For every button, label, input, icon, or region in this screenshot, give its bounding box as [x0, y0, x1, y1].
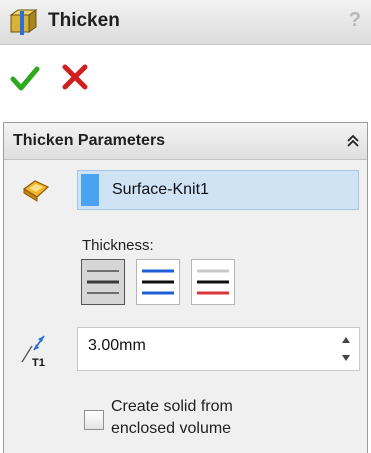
thickness-depth-icon: T1 — [21, 335, 45, 368]
depth-icon-label: T1 — [32, 357, 45, 368]
create-solid-label-line2: enclosed volume — [111, 420, 232, 437]
thickness-input[interactable] — [88, 337, 318, 355]
face-selection-box[interactable]: Surface-Knit1 — [77, 170, 359, 210]
face-entry[interactable]: Surface-Knit1 — [112, 181, 209, 199]
panel-title: Thicken — [48, 10, 120, 31]
surface-selection-icon — [22, 180, 50, 202]
group-title: Thicken Parameters — [13, 132, 166, 149]
thicken-side-1-button[interactable] — [81, 259, 125, 305]
thicken-side-1-icon — [87, 270, 119, 294]
selection-color-marker — [81, 174, 99, 206]
double-chevron-up-icon[interactable] — [345, 133, 361, 149]
spin-down-arrow-icon[interactable] — [337, 349, 355, 367]
thickness-label: Thickness: — [82, 237, 154, 254]
thicken-both-sides-button[interactable] — [191, 259, 235, 305]
create-solid-label[interactable]: Create solid from enclosed volume — [111, 396, 321, 440]
thicken-feature-icon — [9, 9, 38, 35]
help-button[interactable]: ? — [349, 9, 361, 32]
title-bar: Thicken ? — [0, 0, 371, 45]
cancel-button[interactable] — [60, 62, 90, 92]
group-header[interactable]: Thicken Parameters — [4, 123, 367, 160]
thicken-parameters-group: Thicken Parameters Surface-Knit1 Thickne… — [3, 122, 368, 453]
thickness-spinbox — [77, 327, 360, 371]
create-solid-checkbox[interactable] — [84, 410, 104, 430]
thicken-side-2-icon — [142, 269, 174, 295]
create-solid-label-line1: Create solid from — [111, 398, 233, 415]
spin-up-arrow-icon[interactable] — [337, 331, 355, 349]
thicken-side-2-button[interactable] — [136, 259, 180, 305]
ok-button[interactable] — [10, 63, 40, 93]
action-bar — [0, 50, 371, 110]
thicken-both-sides-icon — [197, 269, 229, 295]
